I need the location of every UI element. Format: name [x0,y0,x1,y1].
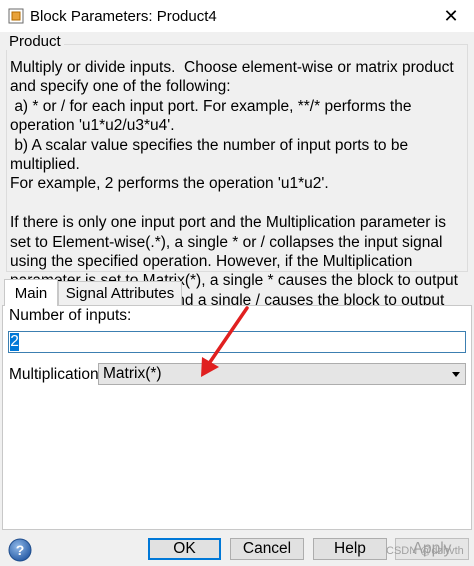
close-button[interactable]: ✕ [428,0,474,32]
annotation-arrow-icon [201,306,249,377]
window-title: Block Parameters: Product4 [30,7,217,25]
close-icon: ✕ [443,5,459,26]
multiplication-selected-value: Matrix(*) [103,365,162,382]
simulink-block-icon [8,8,24,24]
multiplication-label: Multiplication: [9,366,103,383]
number-of-inputs-label: Number of inputs: [9,307,132,324]
svg-text:?: ? [16,542,25,558]
ok-button[interactable]: OK [148,538,221,560]
tab-signal-attributes[interactable]: Signal Attributes [58,281,182,305]
help-icon[interactable]: ? [8,538,32,562]
number-of-inputs-value[interactable]: 2 [10,333,19,351]
help-button[interactable]: Help [313,538,387,560]
watermark: CSDN @dzhvth [386,545,464,557]
title-bar: Block Parameters: Product4 ✕ [0,0,474,32]
multiplication-dropdown[interactable]: Matrix(*) [98,363,466,385]
chevron-down-icon [452,372,460,377]
cancel-button[interactable]: Cancel [230,538,304,560]
tab-main[interactable]: Main [4,279,58,306]
groupbox-title: Product [6,33,64,50]
